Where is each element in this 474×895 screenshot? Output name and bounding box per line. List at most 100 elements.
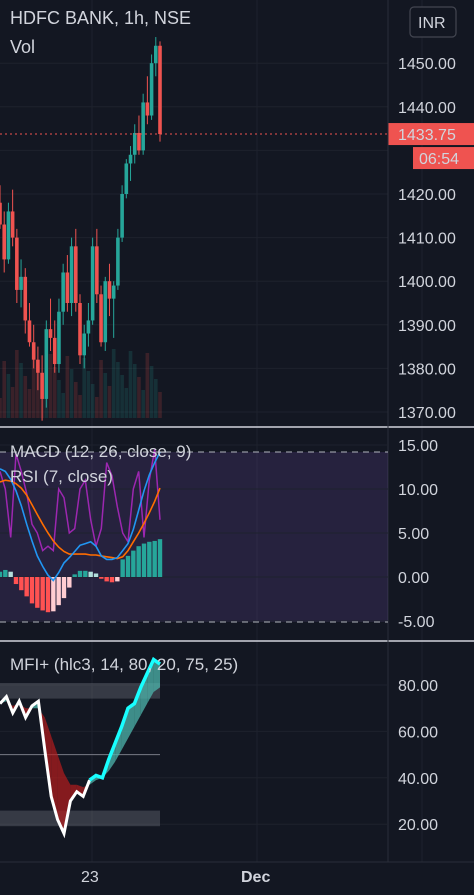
volume-bar	[69, 369, 74, 418]
candle-body	[73, 246, 78, 303]
volume-bar	[61, 393, 65, 418]
candle-body	[2, 224, 7, 260]
macd-histogram-bar	[40, 577, 45, 611]
candle-body	[90, 246, 95, 321]
price-axis-tick: 1450.00	[398, 56, 456, 73]
macd-histogram-bar	[77, 570, 83, 577]
symbol-title: HDFC BANK, 1h, NSE	[10, 8, 191, 28]
currency-button[interactable]: INR	[409, 6, 457, 38]
macd-histogram-bar	[120, 559, 125, 577]
volume-label: Vol	[10, 37, 35, 57]
macd-histogram-bar	[29, 577, 35, 604]
candle-body	[95, 246, 99, 295]
macd-histogram-bar	[141, 543, 147, 577]
macd-histogram-bar	[115, 577, 120, 582]
candle-body	[124, 163, 129, 194]
price-axis-tick: 1370.00	[398, 405, 456, 422]
candle-body	[19, 276, 23, 290]
macd-histogram-bar	[51, 577, 56, 612]
candle-body	[6, 211, 11, 260]
candle-body	[132, 132, 137, 155]
volume-bar	[145, 353, 150, 418]
volume-bar	[99, 360, 103, 418]
candle-body	[61, 272, 65, 312]
volume-bar	[120, 375, 124, 418]
mfi-legend: MFI+ (hlc3, 14, 80, 20, 75, 25)	[10, 655, 238, 674]
macd-histogram-bar	[35, 577, 40, 608]
volume-bar	[153, 379, 158, 418]
candle-body	[52, 337, 57, 365]
price-axis-tick: 1390.00	[398, 318, 456, 335]
candle-body	[78, 303, 82, 356]
candle-body	[111, 285, 116, 299]
candle-body	[145, 102, 150, 116]
candle-body	[116, 237, 120, 286]
volume-bar	[158, 392, 162, 418]
volume-bar	[15, 350, 19, 418]
candle-body	[48, 329, 53, 338]
volume-bar	[0, 398, 2, 418]
macd-histogram-bar	[0, 571, 3, 577]
macd-histogram-bar	[131, 550, 136, 577]
mfi-lower-zone	[0, 810, 160, 827]
volume-bar	[65, 356, 70, 418]
volume-bar	[78, 395, 82, 418]
candle-body	[99, 294, 103, 343]
volume-bar	[10, 387, 15, 418]
countdown-label: 06:54	[419, 151, 459, 168]
price-axis-tick: 1380.00	[398, 361, 456, 378]
candle-body	[103, 281, 108, 343]
candle-body	[153, 45, 158, 64]
macd-axis-tick: -5.00	[398, 614, 435, 631]
candle-body	[137, 132, 141, 151]
chart-canvas[interactable]: 1450.00 1440.00 1420.00 1410.00 1400.00 1390.…	[0, 0, 474, 895]
mfi-axis-tick: 60.00	[398, 724, 438, 741]
volume-bar	[44, 391, 49, 418]
macd-legend: MACD (12, 26, close, 9)	[10, 442, 191, 461]
candle-body	[44, 329, 49, 399]
volume-bar	[116, 362, 120, 418]
candle-body	[69, 246, 74, 303]
macd-histogram-bar	[109, 577, 115, 583]
volume-bar	[27, 389, 32, 418]
macd-histogram-bar	[104, 577, 109, 582]
macd-histogram-bar	[67, 577, 72, 588]
currency-button-label[interactable]: INR	[418, 15, 446, 32]
candle-body	[158, 45, 162, 135]
volume-bar	[95, 397, 99, 418]
macd-histogram-bar	[147, 541, 152, 577]
candle-body	[82, 333, 87, 356]
candle-body	[65, 272, 70, 303]
volume-bar	[107, 386, 112, 418]
volume-bar	[23, 376, 28, 418]
macd-histogram-bar	[24, 577, 29, 597]
macd-axis-tick: 15.00	[398, 438, 438, 455]
volume-bar	[2, 361, 7, 418]
macd-histogram-bar	[3, 569, 8, 577]
candle-body	[141, 102, 145, 151]
rsi-legend: RSI (7, close)	[10, 467, 113, 486]
macd-histogram-bar	[56, 577, 61, 606]
volume-bar	[90, 384, 95, 418]
volume-bar	[6, 374, 11, 418]
mfi-axis-tick: 80.00	[398, 678, 438, 695]
macd-histogram-bar	[45, 577, 51, 613]
time-axis-label: 23	[81, 869, 99, 886]
candle-body	[27, 320, 32, 343]
volume-bar	[19, 363, 23, 418]
macd-histogram-bar	[136, 546, 141, 577]
macd-histogram-bar	[88, 571, 93, 577]
macd-axis-tick: 0.00	[398, 570, 429, 587]
candle-body	[128, 154, 133, 164]
volume-bar	[149, 366, 154, 418]
macd-histogram-bar	[99, 577, 104, 579]
price-axis-tick: 1440.00	[398, 100, 456, 117]
macd-histogram-bar	[72, 574, 77, 577]
candle-body	[86, 320, 91, 334]
last-price-label: 1433.75	[398, 127, 456, 144]
macd-histogram-bar	[61, 577, 67, 599]
volume-bar	[36, 365, 40, 418]
candle-body	[23, 276, 28, 321]
price-axis-tick: 1400.00	[398, 274, 456, 291]
candle-body	[149, 63, 154, 116]
